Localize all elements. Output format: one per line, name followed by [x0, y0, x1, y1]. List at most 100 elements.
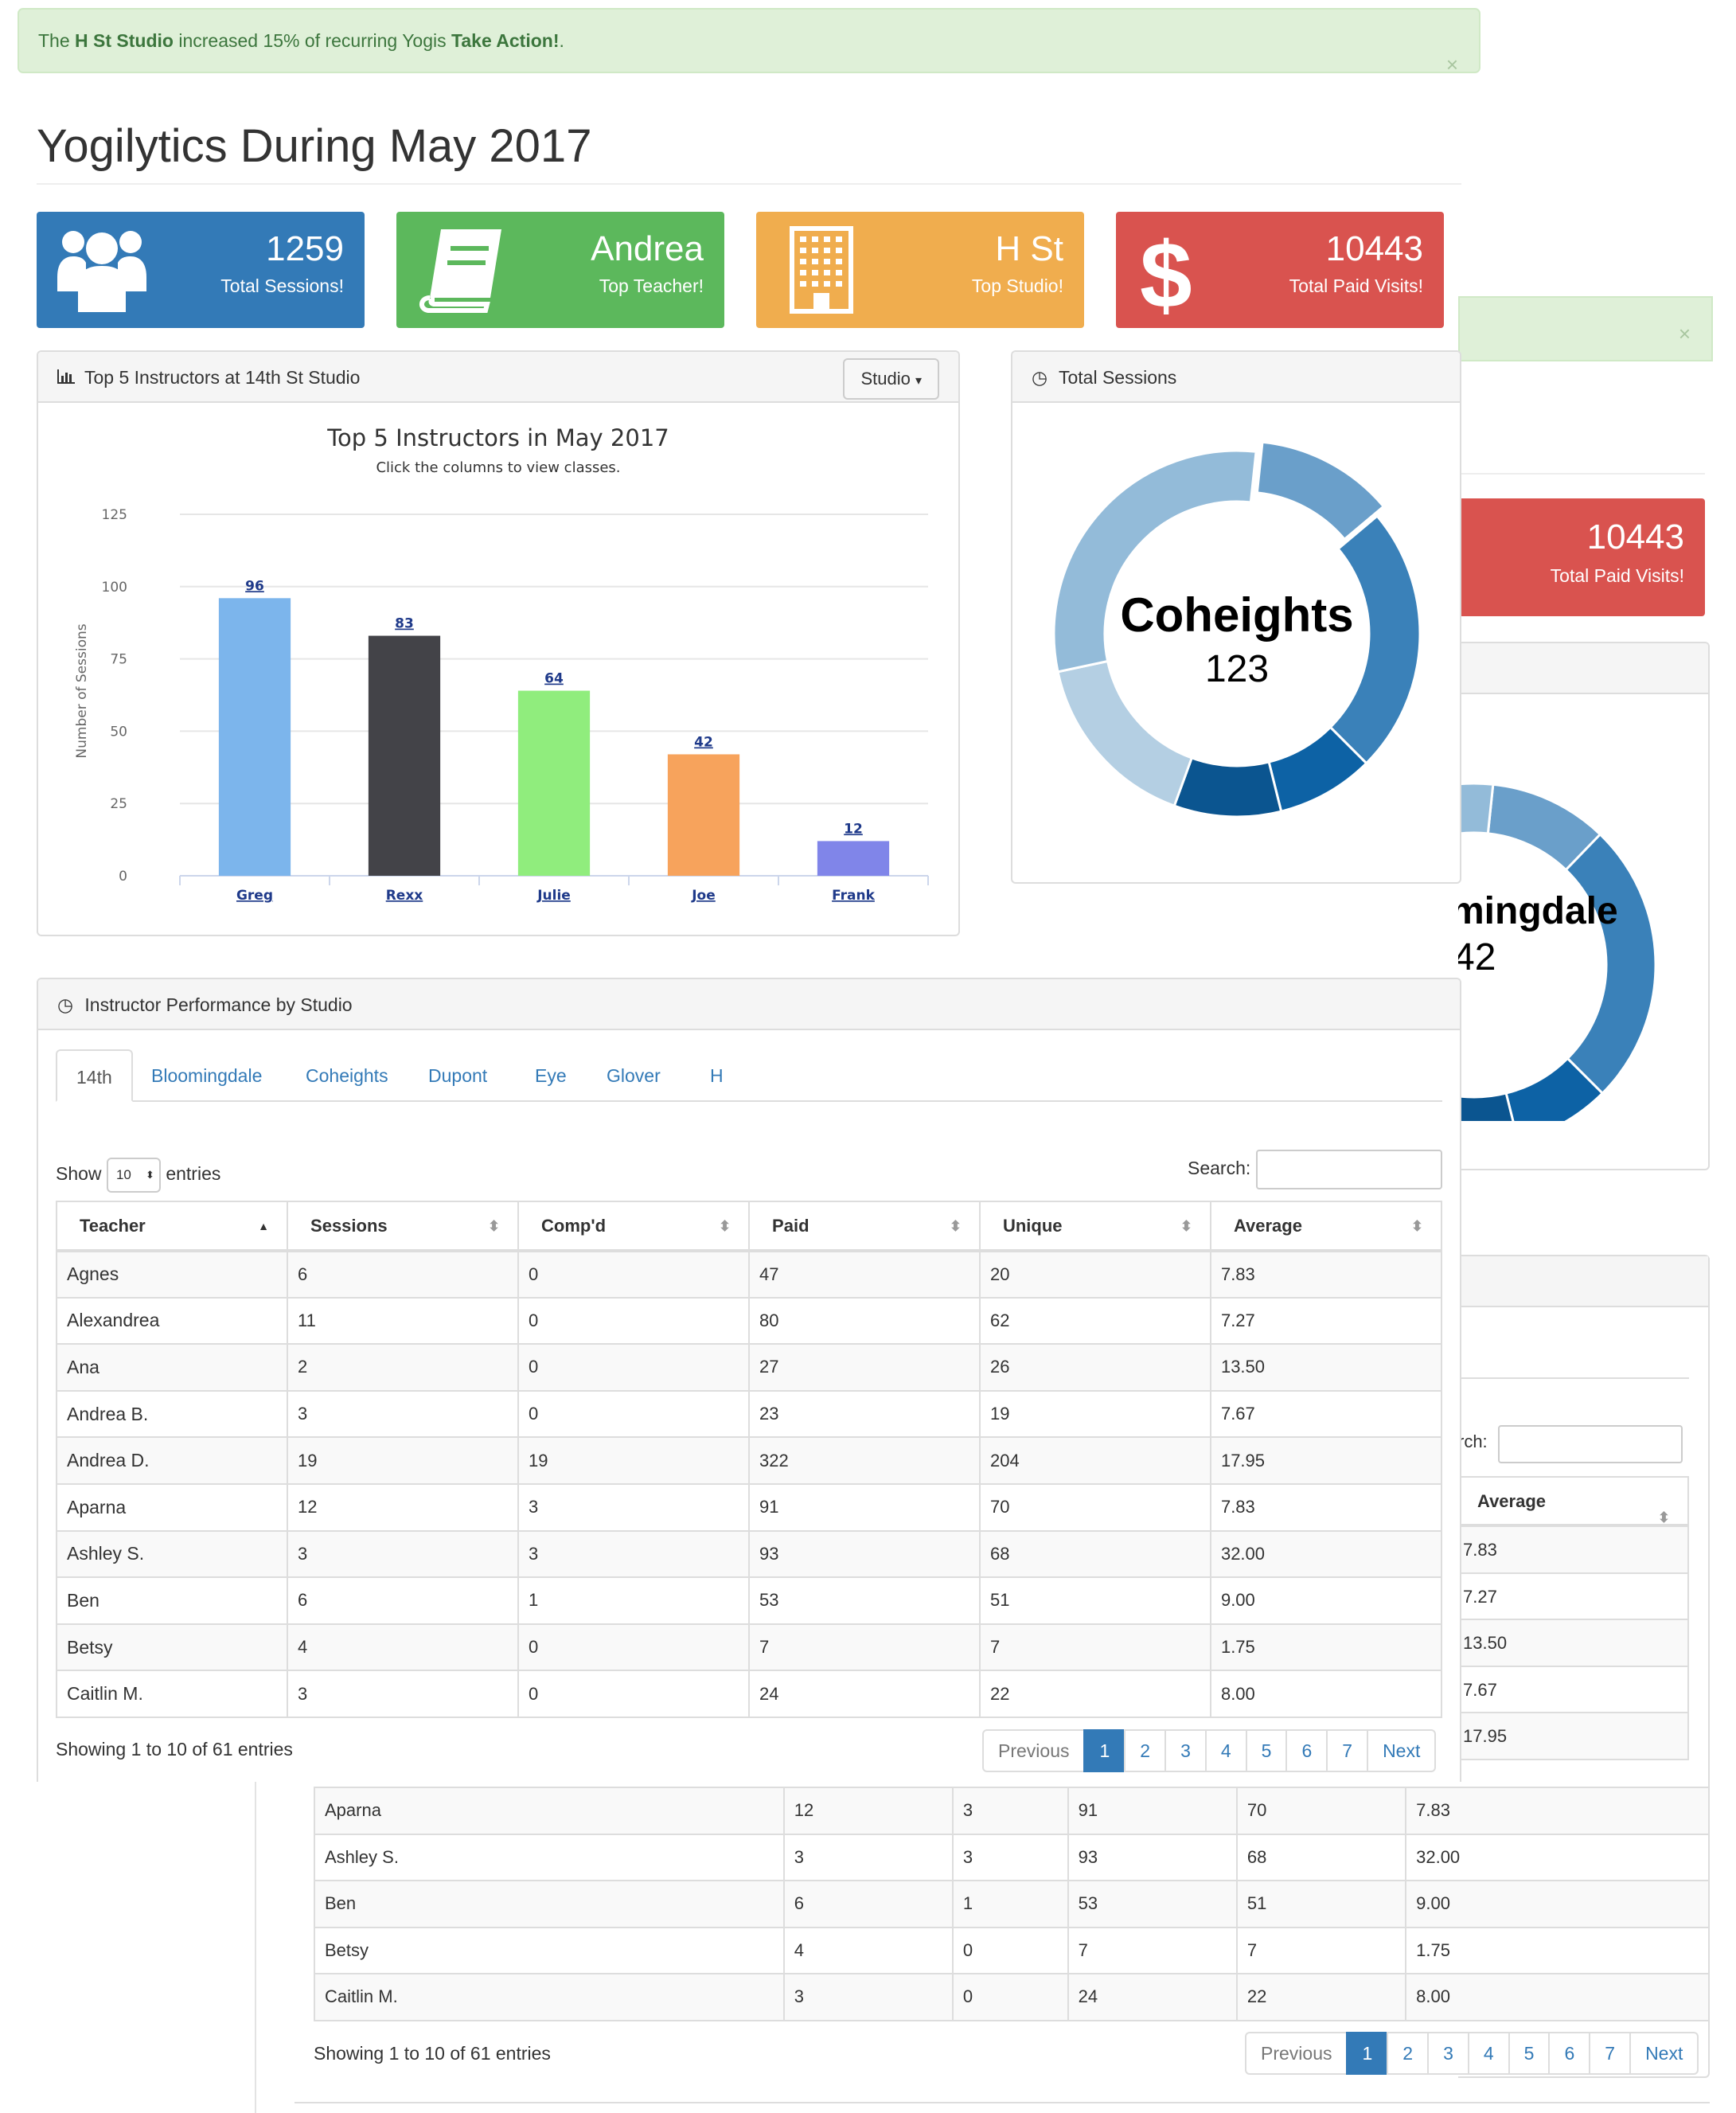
table-row[interactable]: Aparna 12 3 91 70 7.83 [55, 1482, 1443, 1532]
bar-greg[interactable] [218, 598, 291, 876]
pagination-page-4[interactable]: 4 [1204, 1729, 1247, 1772]
table-row[interactable]: Ana 2 0 27 26 13.50 [55, 1343, 1443, 1392]
bar-joe[interactable] [667, 754, 740, 876]
search-input[interactable] [1256, 1150, 1442, 1189]
bg-average-cell: 13.50 [1458, 1620, 1689, 1667]
table-cell: 7.83 [1209, 1482, 1443, 1532]
x-tick-label[interactable]: Julie [536, 888, 571, 904]
bg-pagination-page-7[interactable]: 7 [1589, 2032, 1632, 2075]
bg-pagination-previous-button[interactable]: Previous [1245, 2032, 1348, 2075]
x-tick-label[interactable]: Joe [691, 888, 716, 904]
entries-select[interactable]: 10 ⬍ [106, 1157, 161, 1193]
bg-pagination-page-3[interactable]: 3 [1427, 2032, 1469, 2075]
sort-icon[interactable]: ⬍ [719, 1218, 731, 1235]
bar-data-label[interactable]: 42 [694, 734, 713, 750]
bg-pagination-page-6[interactable]: 6 [1548, 2032, 1591, 2075]
table-row[interactable]: Alexandrea 11 0 80 62 7.27 [55, 1296, 1443, 1346]
table-row[interactable]: Betsy 4 0 7 7 1.75 [55, 1623, 1443, 1672]
bar-frank[interactable] [817, 841, 890, 876]
bg-search-input[interactable] [1498, 1425, 1683, 1463]
bar-data-label[interactable]: 83 [395, 616, 414, 632]
sort-icon[interactable]: ⬍ [950, 1218, 962, 1235]
table-cell: 0 [517, 1623, 751, 1672]
tab-14th[interactable]: 14th [56, 1049, 133, 1102]
sessions-donut-slice[interactable] [1056, 659, 1194, 808]
table-cell: 13.50 [1209, 1343, 1443, 1392]
table-row[interactable]: Ben 6 1 53 51 9.00 [55, 1576, 1443, 1625]
pagination-page-2[interactable]: 2 [1124, 1729, 1167, 1772]
tab-coheights[interactable]: Coheights [287, 1049, 408, 1102]
close-icon[interactable]: × [1446, 33, 1458, 96]
bg-donut-panel: mingdale 42 [1458, 642, 1710, 1170]
building-icon [790, 226, 853, 314]
x-tick-label[interactable]: Greg [236, 888, 273, 904]
column-header-unique[interactable]: Unique ⬍ [978, 1201, 1211, 1252]
table-row[interactable]: Agnes 6 0 47 20 7.83 [55, 1250, 1443, 1299]
bg-lower-panel-bottom [295, 2102, 1710, 2103]
bar-rexx[interactable] [368, 635, 441, 876]
sort-icon[interactable]: ⬍ [1411, 1218, 1423, 1235]
sort-asc-icon[interactable]: ▲ [258, 1220, 269, 1232]
column-header-teacher[interactable]: Teacher ▲ [55, 1201, 289, 1252]
column-header-average[interactable]: Average ⬍ [1209, 1201, 1443, 1252]
bg-pagination-page-2[interactable]: 2 [1387, 2032, 1430, 2075]
bar-data-label[interactable]: 12 [844, 821, 863, 837]
total-sessions-title: Total Sessions [1058, 367, 1177, 388]
pagination-previous-button[interactable]: Previous [982, 1729, 1086, 1772]
bg-pagination-page-1[interactable]: 1 [1346, 2032, 1389, 2075]
pagination-page-7[interactable]: 7 [1326, 1729, 1369, 1772]
pagination-page-1[interactable]: 1 [1083, 1729, 1126, 1772]
table-row[interactable]: Andrea D. 19 19 322 204 17.95 [55, 1436, 1443, 1485]
table-row[interactable]: Andrea B. 3 0 23 19 7.67 [55, 1389, 1443, 1439]
table-row[interactable]: Caitlin M. 3 0 24 22 8.00 [55, 1670, 1443, 1718]
studio-dropdown-button[interactable]: Studio ▾ [843, 358, 939, 400]
pagination-page-6[interactable]: 6 [1285, 1729, 1328, 1772]
bg-table-cell: 3 [951, 1833, 1069, 1881]
column-header-compd[interactable]: Comp'd ⬍ [517, 1201, 751, 1252]
column-header-paid[interactable]: Paid ⬍ [748, 1201, 981, 1252]
table-cell: Ana [55, 1343, 289, 1392]
bg-divider [1458, 473, 1705, 475]
pagination-page-3[interactable]: 3 [1164, 1729, 1207, 1772]
bg-table-cell: 6 [782, 1880, 954, 1928]
bg-donut-slice[interactable] [1458, 782, 1495, 841]
bg-pagination-page-4[interactable]: 4 [1467, 2032, 1510, 2075]
sort-icon[interactable]: ⬍ [1180, 1218, 1192, 1235]
bg-tabs-line [1458, 1377, 1689, 1379]
table-cell: 19 [287, 1436, 520, 1485]
alert-action-link[interactable]: Take Action! [451, 30, 559, 51]
bg-pagination-page-5[interactable]: 5 [1508, 2032, 1551, 2075]
tab-bloomingdale[interactable]: Bloomingdale [132, 1049, 281, 1102]
bg-table-cell: Ashley S. [314, 1833, 785, 1881]
x-tick-label[interactable]: Frank [832, 888, 875, 904]
bg-donut-slice[interactable] [1564, 832, 1657, 1096]
x-tick-label[interactable]: Rexx [386, 888, 423, 904]
performance-header: ◷ Instructor Performance by Studio [38, 979, 1460, 1030]
bg-average-cell: 7.27 [1458, 1573, 1689, 1621]
bg-alert: × [1458, 296, 1713, 361]
column-header-sessions[interactable]: Sessions ⬍ [287, 1201, 520, 1252]
bg-alert-close-icon[interactable]: × [1679, 322, 1691, 346]
total-paid-label: Total Paid Visits! [1289, 275, 1423, 296]
bg-paid-tile: 10443 Total Paid Visits! [1458, 498, 1705, 616]
bg-average-sort-icon[interactable]: ⬍ [1658, 1494, 1670, 1541]
bg-paid-tile-label: Total Paid Visits! [1550, 565, 1684, 586]
bar-data-label[interactable]: 64 [544, 671, 564, 687]
sessions-donut-slice[interactable] [1172, 756, 1283, 818]
pagination-page-5[interactable]: 5 [1245, 1729, 1288, 1772]
tab-eye[interactable]: Eye [516, 1049, 586, 1102]
sessions-donut-slice[interactable] [1255, 440, 1386, 541]
table-row[interactable]: Ashley S. 3 3 93 68 32.00 [55, 1529, 1443, 1579]
bg-pagination-next-button[interactable]: Next [1629, 2032, 1699, 2075]
bar-data-label[interactable]: 96 [245, 578, 264, 594]
sort-icon[interactable]: ⬍ [488, 1218, 500, 1235]
pagination-next-button[interactable]: Next [1367, 1729, 1437, 1772]
tab-dupont[interactable]: Dupont [409, 1049, 506, 1102]
bar-julie[interactable] [517, 690, 591, 876]
bg-table-row: Ben 6 1 53 51 9.00 [314, 1880, 1710, 1928]
tab-h[interactable]: H [691, 1049, 743, 1102]
table-cell: 93 [748, 1529, 981, 1579]
bg-table-cell: 93 [1067, 1833, 1238, 1881]
tab-glover[interactable]: Glover [587, 1049, 680, 1102]
table-cell: 51 [978, 1576, 1211, 1625]
